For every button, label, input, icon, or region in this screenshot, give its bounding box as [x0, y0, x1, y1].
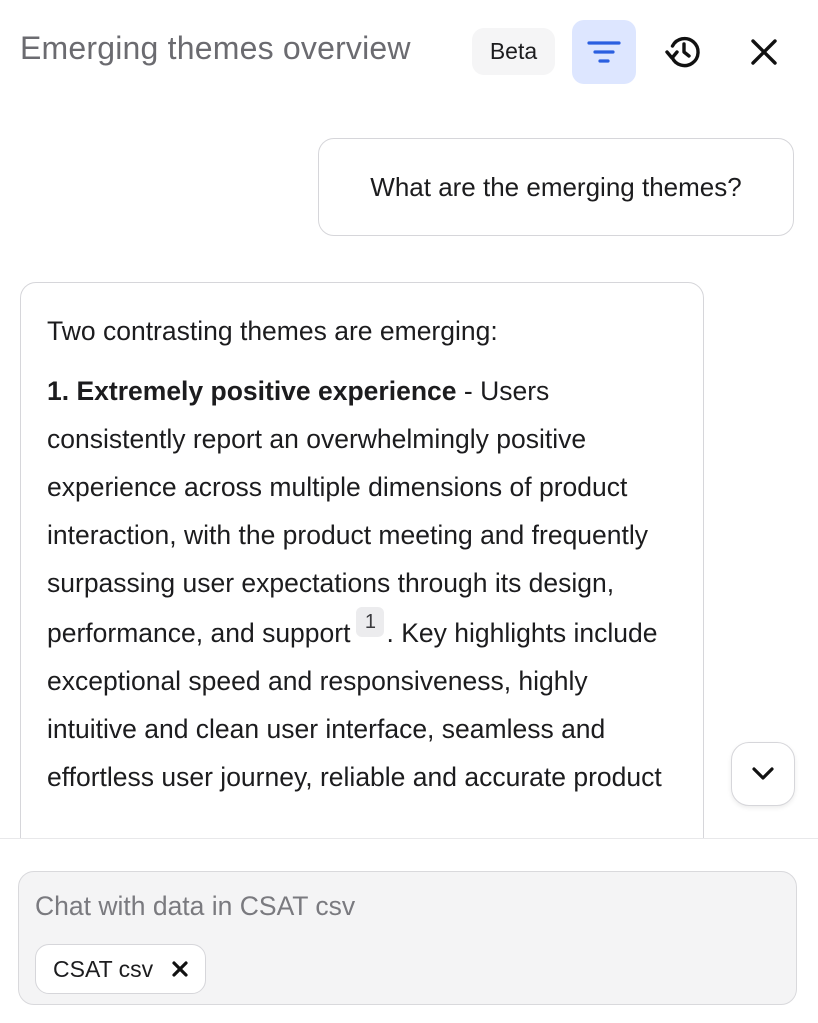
close-button[interactable]	[732, 20, 796, 84]
composer-area: CSAT csv	[0, 838, 818, 1023]
theme-heading: 1. Extremely positive experience	[47, 376, 457, 406]
user-message-text: What are the emerging themes?	[370, 171, 742, 202]
theme-separator: -	[456, 376, 481, 406]
attachment-chip-label: CSAT csv	[53, 955, 154, 982]
theme-text-part-1: Users consistently report an overwhelmin…	[47, 376, 649, 648]
panel-title: Emerging themes overview	[20, 30, 411, 66]
panel-header: Emerging themes overview Beta	[0, 0, 818, 104]
attachment-chip[interactable]: CSAT csv	[35, 944, 207, 994]
history-button[interactable]	[652, 20, 716, 84]
filter-button[interactable]	[572, 20, 636, 84]
user-message-bubble: What are the emerging themes?	[318, 138, 794, 236]
chat-composer: CSAT csv	[18, 871, 797, 1005]
history-icon	[665, 36, 700, 68]
citation-badge[interactable]: 1	[356, 607, 385, 637]
filter-icon	[587, 41, 621, 63]
x-icon	[172, 961, 188, 977]
chat-input[interactable]	[35, 884, 775, 928]
beta-badge: Beta	[472, 28, 555, 75]
scroll-to-bottom-button[interactable]	[731, 742, 795, 806]
assistant-message-bubble: Two contrasting themes are emerging: 1. …	[20, 282, 704, 882]
chevron-down-icon	[752, 767, 774, 780]
close-icon	[751, 39, 777, 65]
assistant-intro: Two contrasting themes are emerging:	[47, 316, 498, 346]
theme-paragraph: 1. Extremely positive experience - Users…	[47, 367, 677, 801]
remove-attachment-button[interactable]	[171, 960, 189, 978]
